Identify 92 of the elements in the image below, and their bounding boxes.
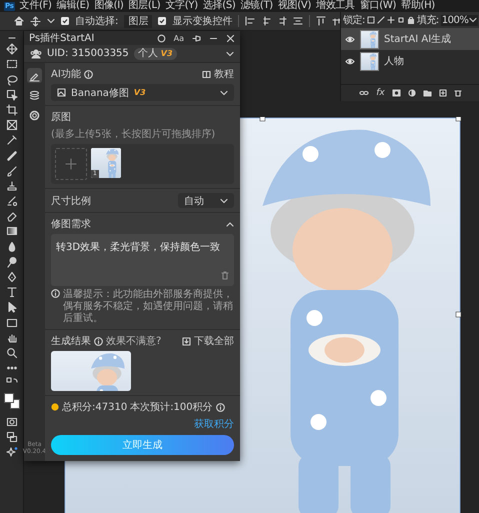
align-icon[interactable] <box>277 16 288 26</box>
color-swatches[interactable] <box>4 392 20 408</box>
rectangle-tool-icon[interactable] <box>6 316 18 329</box>
user-id: UID: 315003355 <box>47 48 129 59</box>
move-tool-icon[interactable] <box>30 16 41 26</box>
frame-tool-icon[interactable] <box>6 119 18 132</box>
menu-item[interactable]: 帮助(H) <box>401 0 435 12</box>
lock-icon[interactable] <box>406 16 415 24</box>
hand-tool-icon[interactable] <box>6 332 18 344</box>
align-icon[interactable] <box>261 16 272 26</box>
chevron-down-icon <box>47 18 55 24</box>
type-tool-icon[interactable] <box>6 286 18 298</box>
layer-name: 人物 <box>384 55 404 68</box>
gradient-tool-icon[interactable] <box>6 225 18 238</box>
zoom-tool-icon[interactable] <box>6 346 18 359</box>
layer-name: StartAI AI生成 <box>384 32 452 46</box>
menu-item[interactable]: 滤镜(T) <box>240 0 273 12</box>
model-dropdown[interactable]: Banana修图 V3 <box>51 84 234 101</box>
move-tool-icon[interactable] <box>6 43 18 56</box>
history-brush-icon[interactable] <box>6 195 18 208</box>
lock-artboard-icon[interactable] <box>396 16 405 24</box>
section-label: AI功能 <box>51 68 81 81</box>
align-icon[interactable] <box>332 16 342 26</box>
adjustment-icon[interactable] <box>408 89 416 97</box>
menu-item[interactable]: 选择(S) <box>202 0 236 12</box>
lock-pixels-icon[interactable] <box>366 16 375 24</box>
stamp-tool-icon[interactable] <box>6 180 18 192</box>
home-icon[interactable] <box>14 16 24 26</box>
side-tab[interactable] <box>27 68 42 83</box>
section-label: 原图 <box>51 111 71 124</box>
close-icon[interactable] <box>226 34 235 42</box>
refresh-icon[interactable] <box>156 34 166 42</box>
fill-label: 填充: <box>416 14 439 27</box>
eye-icon[interactable] <box>345 36 355 42</box>
menu-item[interactable]: 图像(I) <box>94 0 124 12</box>
sparkle-icon[interactable] <box>6 446 18 458</box>
new-layer-icon[interactable] <box>438 89 447 97</box>
healing-brush-icon[interactable] <box>6 150 18 162</box>
chevron-down-icon <box>220 90 228 96</box>
fill-field[interactable]: 100% <box>440 14 478 26</box>
pin-icon[interactable] <box>192 34 201 42</box>
tutorial-link[interactable]: 教程 <box>202 67 234 81</box>
layer-style-button[interactable]: fx <box>376 88 385 98</box>
coin-icon <box>51 403 59 411</box>
lasso-tool-icon[interactable] <box>6 74 18 86</box>
distribute-icon[interactable] <box>293 16 304 26</box>
auto-select-label: 自动选择: <box>75 14 118 28</box>
side-tab[interactable] <box>27 88 42 103</box>
image-icon <box>57 88 66 97</box>
side-tab[interactable] <box>27 108 42 123</box>
mask-icon[interactable] <box>392 89 401 97</box>
panel-title: Ps插件StartAI <box>29 32 96 45</box>
eyedropper-icon[interactable] <box>6 134 18 146</box>
quick-mask-icon[interactable] <box>6 416 18 428</box>
pen-tool-icon[interactable] <box>6 271 18 283</box>
align-icon[interactable] <box>245 16 256 26</box>
plan-badge: 个人 V3 <box>134 48 177 60</box>
menu-item[interactable]: 编辑(E) <box>56 0 90 12</box>
layer-row[interactable]: 人物 <box>341 50 479 72</box>
menu-item[interactable]: 增效工具 <box>316 0 355 12</box>
link-icon[interactable] <box>359 89 370 97</box>
path-select-icon[interactable] <box>6 301 18 314</box>
crop-tool-icon[interactable] <box>6 104 18 116</box>
marquee-tool-icon[interactable] <box>6 58 18 70</box>
font-size-button[interactable]: Aa <box>174 34 184 42</box>
target-dropdown[interactable]: 图层 <box>124 14 152 28</box>
checkbox[interactable] <box>61 17 69 25</box>
eraser-tool-icon[interactable] <box>6 210 18 222</box>
lock-paint-icon[interactable] <box>376 16 385 24</box>
screen-mode-icon[interactable] <box>6 430 18 443</box>
eye-icon[interactable] <box>345 58 355 64</box>
brush-tool-icon[interactable] <box>6 164 18 177</box>
chevron-down-icon <box>226 50 234 56</box>
trash-icon[interactable] <box>454 89 462 97</box>
users-icon <box>30 48 42 58</box>
menu-item[interactable]: 图层(L) <box>128 0 160 12</box>
lock-label: 锁定: <box>343 14 365 27</box>
align-icon[interactable] <box>316 16 326 26</box>
transform-controls-label: 显示变换控件 <box>172 14 232 28</box>
object-select-icon[interactable] <box>6 88 18 101</box>
info-icon <box>51 289 60 298</box>
layer-row[interactable]: StartAI AI生成 <box>341 28 479 50</box>
chevron-down-icon <box>469 17 478 23</box>
lock-move-icon[interactable] <box>386 16 395 24</box>
info-icon <box>84 70 93 78</box>
menu-item[interactable]: 视图(V) <box>278 0 312 12</box>
book-icon <box>202 70 211 78</box>
layers-tab-icon <box>29 90 40 102</box>
checkbox[interactable] <box>158 17 166 25</box>
default-colors-icon[interactable] <box>6 377 18 386</box>
dodge-tool-icon[interactable] <box>6 256 18 268</box>
folder-icon[interactable] <box>422 89 432 97</box>
